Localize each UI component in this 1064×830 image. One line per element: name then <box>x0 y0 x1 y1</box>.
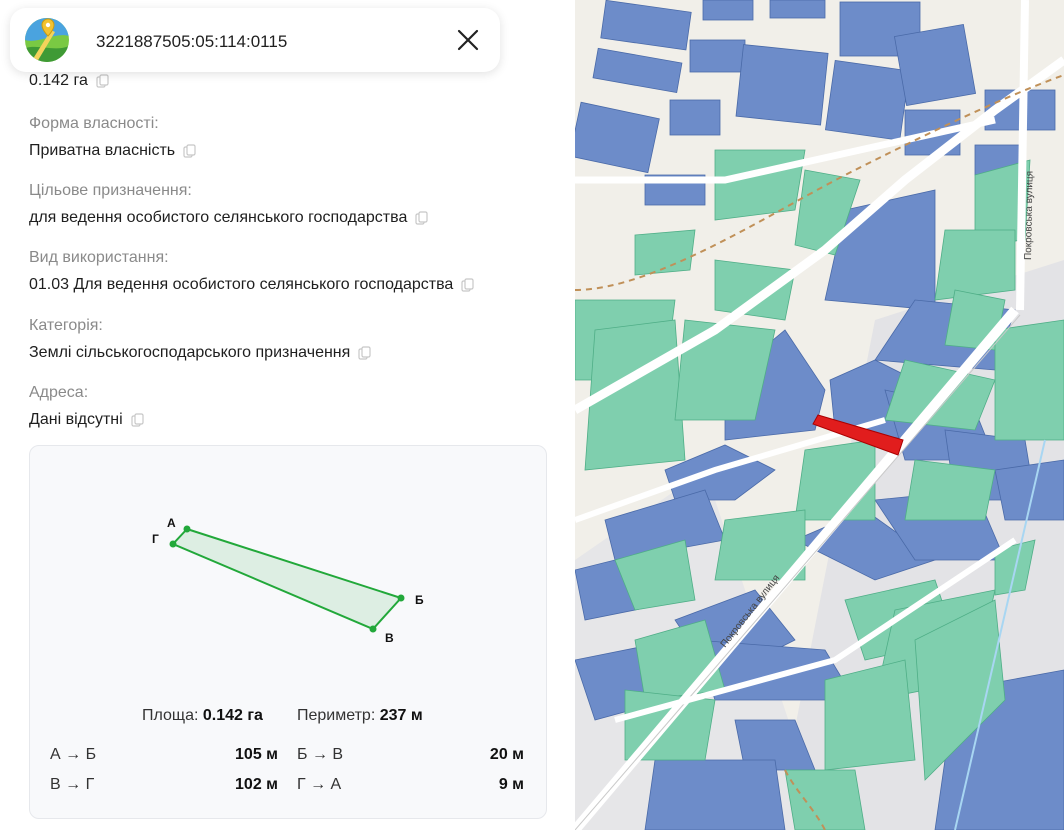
map-canvas[interactable]: Покровська вулиця Покровська вулиця <box>575 0 1064 830</box>
purpose-value: для ведення особистого селянського госпо… <box>29 209 408 226</box>
ownership-field: Форма власності: Приватна власність <box>29 114 197 161</box>
side-name: В → Г <box>50 776 95 793</box>
vertex-b-label: Б <box>415 593 424 607</box>
vertex-v-label: В <box>385 631 394 645</box>
address-value: Дані відсутні <box>29 411 123 428</box>
address-label: Адреса: <box>29 384 89 401</box>
category-label: Категорія: <box>29 317 103 334</box>
usage-field: Вид використання: 01.03 Для ведення особ… <box>29 248 475 295</box>
side-length: 9 м <box>498 776 524 793</box>
area-value-row: 0.142 га <box>29 72 110 90</box>
vertex-a-label: А <box>167 516 176 530</box>
side-length: 20 м <box>489 746 524 763</box>
usage-value: 01.03 Для ведення особистого селянського… <box>29 276 454 293</box>
copy-icon[interactable] <box>415 211 429 225</box>
copy-icon[interactable] <box>183 144 197 158</box>
parcel-header: 3221887505:05:114:0115 <box>10 8 500 72</box>
area-summary-value: 0.142 га <box>202 707 263 724</box>
vertex-g-point <box>169 540 177 548</box>
side-length: 102 м <box>235 776 278 793</box>
vertex-v-point <box>369 625 377 633</box>
category-field: Категорія: Землі сільськогосподарського … <box>29 316 372 363</box>
side-length: 105 м <box>235 746 278 763</box>
side-name: Г → А <box>297 776 342 793</box>
copy-icon[interactable] <box>131 413 145 427</box>
side-name: Б → В <box>297 746 344 763</box>
area-value: 0.142 га <box>29 72 88 89</box>
perimeter-summary-value: 237 м <box>379 707 423 724</box>
area-summary-label: Площа: <box>142 707 199 724</box>
purpose-label: Цільове призначення: <box>29 182 192 199</box>
vertex-b-point <box>397 594 405 602</box>
category-value: Землі сільськогосподарського призначення <box>29 344 351 361</box>
address-field: Адреса: Дані відсутні <box>29 383 145 430</box>
usage-label: Вид використання: <box>29 249 169 266</box>
ownership-label: Форма власності: <box>29 115 159 132</box>
cadastral-number: 3221887505:05:114:0115 <box>96 32 288 51</box>
parcel-geometry-card: А Б В Г Площа: 0.142 га Периметр: 237 м … <box>29 445 547 819</box>
perimeter-summary: Периметр: 237 м <box>297 707 423 725</box>
vertex-a-point <box>183 525 191 533</box>
side-name: А → Б <box>50 746 97 763</box>
copy-icon[interactable] <box>358 346 372 360</box>
ownership-value: Приватна власність <box>29 142 176 159</box>
copy-icon[interactable] <box>461 278 475 292</box>
copy-icon[interactable] <box>96 74 110 88</box>
info-panel: 0.142 га Форма власності: Приватна власн… <box>0 0 575 830</box>
parcel-shape-diagram: А Б В Г <box>152 516 424 645</box>
cadastral-map[interactable]: Покровська вулиця Покровська вулиця <box>575 0 1064 830</box>
parcel-shape <box>171 527 403 631</box>
street-label: Покровська вулиця <box>1023 171 1036 260</box>
vertex-g-label: Г <box>152 532 159 546</box>
app-logo-icon <box>25 18 69 62</box>
perimeter-summary-label: Периметр: <box>297 707 376 724</box>
purpose-field: Цільове призначення: для ведення особист… <box>29 181 429 228</box>
close-icon <box>457 29 479 51</box>
close-button[interactable] <box>454 26 482 54</box>
area-summary: Площа: 0.142 га <box>142 707 263 725</box>
